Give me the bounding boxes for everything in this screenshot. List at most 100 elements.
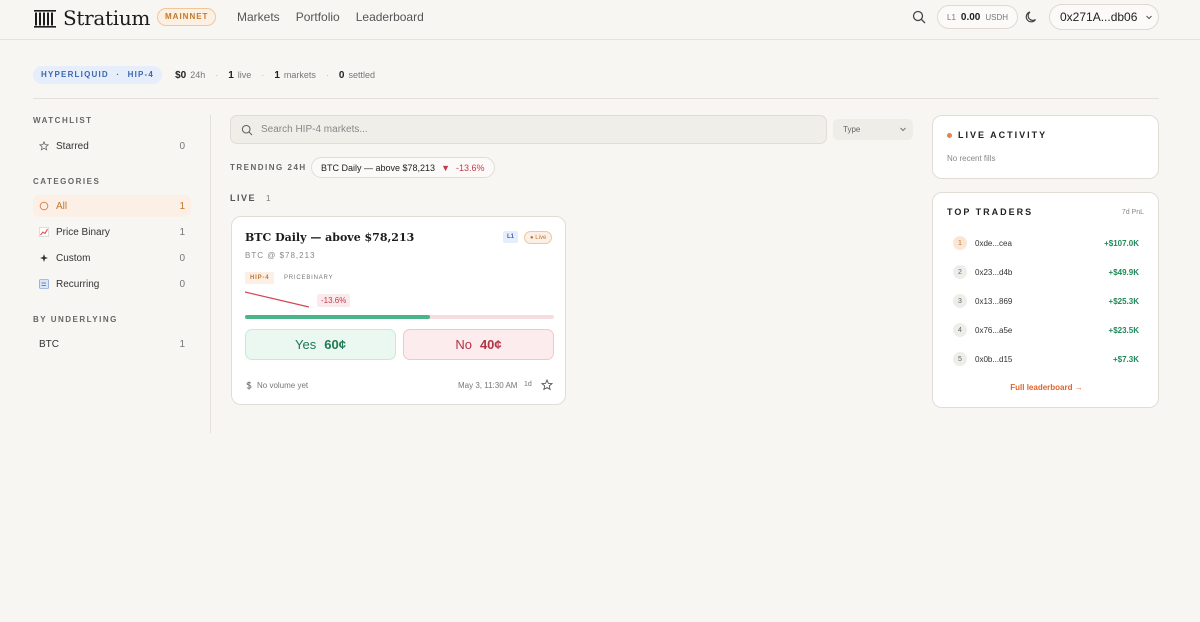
live-dot-icon <box>947 132 952 138</box>
balance-unit: USDH <box>985 12 1009 22</box>
yes-label: Yes <box>295 337 317 352</box>
sparkle-icon <box>40 254 48 262</box>
trader-rank: 3 <box>953 294 967 308</box>
market-card[interactable]: BTC Daily — above $78,213 L1 ● Live BTC … <box>231 216 566 405</box>
nav-markets[interactable]: Markets <box>237 10 280 24</box>
pill-separator: · <box>116 70 121 79</box>
market-search[interactable]: Search HIP-4 markets... <box>230 115 827 144</box>
stat-settled-value: 0 <box>338 69 345 81</box>
sidebar-item-count: 1 <box>179 338 185 350</box>
repeat-icon <box>39 279 49 289</box>
no-label: No <box>455 337 472 352</box>
sidebar-item-btc[interactable]: BTC 1 <box>33 333 191 355</box>
trader-rank: 2 <box>953 265 967 279</box>
down-arrow-icon: ▼ <box>441 162 450 173</box>
star-icon[interactable] <box>541 379 553 391</box>
volume-info: No volume yet <box>245 381 308 390</box>
type-filter-value: Type <box>843 125 861 134</box>
search-icon <box>241 124 253 135</box>
categories-heading: CATEGORIES <box>33 177 101 186</box>
live-count: 1 <box>266 193 272 203</box>
live-activity-panel: LIVE ACTIVITY No recent fills <box>932 115 1159 179</box>
trending-title: BTC Daily — above $78,213 <box>321 162 436 173</box>
wallet-button[interactable]: 0x271A...db06 <box>1049 4 1159 30</box>
trader-row[interactable]: 2 0x23...d4b +$49.9K <box>953 264 1139 280</box>
market-title: BTC Daily — above $78,213 <box>245 231 415 244</box>
network-badge: MAINNET <box>157 8 217 26</box>
pill-standard: HIP-4 <box>127 70 155 79</box>
sidebar-item-label: Recurring <box>56 278 100 290</box>
trader-row[interactable]: 3 0x13...869 +$25.3K <box>953 293 1139 309</box>
dollar-icon <box>246 381 252 390</box>
stat-settled-label: settled <box>348 69 375 80</box>
stat-settled: 0 settled <box>339 70 375 81</box>
trader-row[interactable]: 1 0xde...cea +$107.0K <box>953 235 1139 251</box>
sidebar-item-all[interactable]: All 1 <box>33 195 191 217</box>
sidebar-divider <box>210 115 211 433</box>
stat-live: 1 live <box>228 70 251 81</box>
buy-no-button[interactable]: No 40¢ <box>403 329 554 360</box>
sidebar-item-custom[interactable]: Custom 0 <box>33 247 191 269</box>
live-activity-heading: LIVE ACTIVITY <box>947 130 1047 140</box>
full-leaderboard-link[interactable]: Full leaderboard → <box>933 383 1160 392</box>
trader-row[interactable]: 4 0x76...a5e +$23.5K <box>953 322 1139 338</box>
trader-address: 0x76...a5e <box>975 325 1013 335</box>
trader-address: 0x13...869 <box>975 296 1013 306</box>
search-icon[interactable] <box>911 9 927 25</box>
circle-dot-icon <box>39 201 49 211</box>
sidebar-item-count: 0 <box>179 278 185 290</box>
top-traders-heading: TOP TRADERS <box>947 207 1034 217</box>
chevron-down-icon <box>1146 15 1153 20</box>
star-icon <box>39 141 49 151</box>
sidebar-item-starred[interactable]: Starred 0 <box>33 135 191 157</box>
probability-bar <box>245 315 554 319</box>
trending-market-chip[interactable]: BTC Daily — above $78,213 ▼ -13.6% <box>311 157 495 178</box>
separator: · <box>261 70 265 80</box>
sidebar-item-label: Starred <box>56 140 89 152</box>
live-activity-title: LIVE ACTIVITY <box>958 130 1048 140</box>
logo[interactable]: Stratium <box>33 6 150 30</box>
trader-pnl: +$49.9K <box>1108 267 1139 277</box>
sidebar-item-recurring[interactable]: Recurring 0 <box>33 273 191 295</box>
stat-live-value: 1 <box>228 69 234 81</box>
market-date: May 3, 11:30 AM <box>458 381 518 390</box>
buy-yes-button[interactable]: Yes 60¢ <box>245 329 396 360</box>
stat-volume-value: $0 <box>175 69 187 81</box>
nav-portfolio[interactable]: Portfolio <box>296 10 340 24</box>
hip-tag: HIP-4 <box>245 272 275 284</box>
sidebar: WATCHLIST Starred 0 CATEGORIES All 1 Pri… <box>33 112 191 355</box>
trader-rank: 5 <box>953 352 967 366</box>
sidebar-item-label: Price Binary <box>56 226 110 238</box>
nav-leaderboard[interactable]: Leaderboard <box>356 10 424 24</box>
live-tag: ● Live <box>524 231 553 244</box>
wallet-address: 0x271A...db06 <box>1060 10 1138 24</box>
sidebar-item-price-binary[interactable]: Price Binary 1 <box>33 221 191 243</box>
stat-live-label: live <box>237 69 252 80</box>
balance-chip[interactable]: L1 0.00 USDH <box>937 5 1019 29</box>
trader-row[interactable]: 5 0x0b...d15 +$7.3K <box>953 351 1139 367</box>
level-tag: L1 <box>503 231 519 243</box>
sidebar-item-label: Custom <box>56 252 91 264</box>
top-traders-period: 7d PnL <box>1121 209 1144 216</box>
trader-address: 0xde...cea <box>975 238 1012 248</box>
main-nav: Markets Portfolio Leaderboard <box>237 10 424 24</box>
trader-address: 0x0b...d15 <box>975 354 1013 364</box>
live-label: LIVE <box>230 193 257 203</box>
stat-volume-label: 24h <box>190 69 206 80</box>
trader-rank: 4 <box>953 323 967 337</box>
watchlist-heading: WATCHLIST <box>33 116 93 125</box>
market-type-tag: PRICEBINARY <box>284 275 334 281</box>
divider <box>33 98 1159 99</box>
stats-bar: HYPERLIQUID · HIP-4 $0 24h · 1 live · 1 mar… <box>33 66 375 84</box>
trader-address: 0x23...d4b <box>975 267 1013 277</box>
market-subtitle: BTC @ $78,213 <box>245 251 316 260</box>
sidebar-item-label: All <box>56 200 68 212</box>
stat-volume: $0 24h <box>175 70 205 81</box>
type-filter-select[interactable]: Type <box>833 119 913 140</box>
underlying-heading: BY UNDERLYING <box>33 315 118 324</box>
moon-icon[interactable] <box>1024 9 1040 25</box>
trader-pnl: +$107.0K <box>1104 238 1139 248</box>
search-placeholder: Search HIP-4 markets... <box>261 124 368 135</box>
pill-network: HYPERLIQUID <box>41 70 109 79</box>
trader-pnl: +$25.3K <box>1108 296 1139 306</box>
